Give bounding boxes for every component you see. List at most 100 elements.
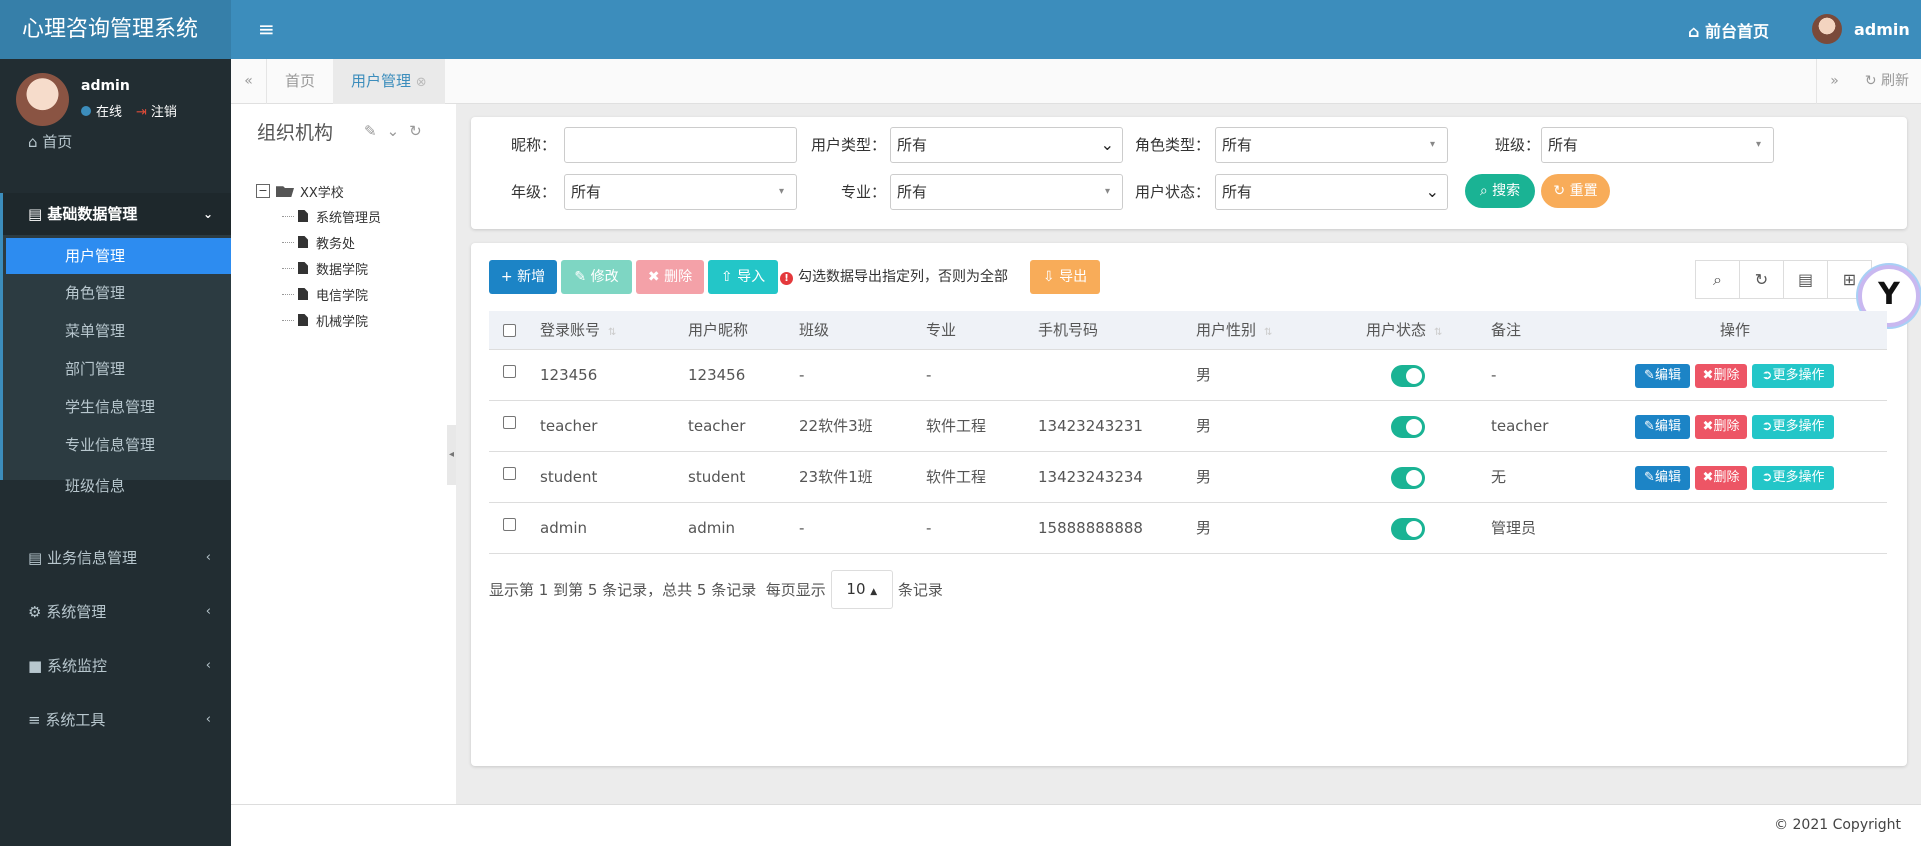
exclamation-circle-icon: !	[780, 272, 793, 285]
tree-node[interactable]: 教务处	[282, 229, 381, 255]
add-button[interactable]: + 新增	[489, 260, 557, 294]
edit-icon[interactable]: ✎	[364, 122, 377, 140]
sidebar-item-home[interactable]: ⌂ 首页	[0, 122, 231, 162]
user-status-select[interactable]: 所有 ⌄	[1215, 174, 1448, 210]
tree-node[interactable]: 系统管理员	[282, 203, 381, 229]
column-gender[interactable]: 用户性别 ⇅	[1196, 311, 1272, 350]
table-row[interactable]: student student 23软件1班 软件工程 13423243234 …	[489, 452, 1887, 503]
cell-major: 软件工程	[926, 417, 987, 435]
sidebar-item-system-monitor[interactable]: ■ 系统监控 ‹	[0, 646, 231, 686]
tree-node[interactable]: 机械学院	[282, 307, 381, 333]
row-delete-button[interactable]: ✖删除	[1695, 466, 1747, 490]
role-type-select[interactable]: 所有 ▾	[1215, 127, 1448, 163]
table-header: 登录账号 ⇅ 用户昵称 班级 专业 手机号码 用户性别 ⇅ 用户状态 ⇅ 备注 操作	[489, 311, 1887, 350]
table-tools: ⌕ ↻ ▤ ⊞	[1695, 260, 1872, 299]
collapse-icon[interactable]: −	[256, 184, 270, 198]
edit-icon: ✎	[1644, 470, 1655, 485]
app-title[interactable]: 心理咨询管理系统	[0, 0, 231, 59]
home-icon: ⌂	[1688, 22, 1706, 41]
sidebar-item-major-info[interactable]: 专业信息管理	[3, 427, 231, 463]
row-more-button[interactable]: ➲更多操作	[1752, 415, 1834, 439]
pagination-info: 显示第 1 到第 5 条记录，总共 5 条记录	[489, 581, 757, 599]
edit-button[interactable]: ✎ 修改	[561, 260, 632, 294]
home-icon: ⌂	[28, 133, 43, 151]
logout-link[interactable]: ⇥ 注销	[136, 101, 177, 120]
chevron-down-icon: ⌄	[1425, 182, 1439, 201]
panel-splitter[interactable]: ◂	[447, 425, 456, 485]
row-checkbox[interactable]	[503, 518, 516, 531]
nickname-input[interactable]	[564, 127, 797, 163]
row-checkbox[interactable]	[503, 365, 516, 378]
sidebar-item-business[interactable]: ▤ 业务信息管理 ‹	[0, 538, 231, 578]
tab-user-management[interactable]: 用户管理 ⊗	[333, 59, 445, 104]
gear-icon: ⚙	[28, 603, 47, 621]
tree-node-root[interactable]: − XX学校	[256, 179, 381, 203]
class-select[interactable]: 所有 ▾	[1541, 127, 1774, 163]
menu-toggle-icon[interactable]: ≡	[258, 16, 284, 42]
tab-home[interactable]: 首页	[267, 59, 333, 104]
chevron-left-icon: ‹	[205, 658, 211, 673]
table-row[interactable]: 123456 123456 - - 男 - ✎编辑 ✖删除 ➲更多操作	[489, 350, 1887, 401]
delete-button[interactable]: ✖ 删除	[636, 260, 704, 294]
major-select[interactable]: 所有 ▾	[890, 174, 1123, 210]
row-more-button[interactable]: ➲更多操作	[1752, 364, 1834, 388]
export-button[interactable]: ⇩ 导出	[1030, 260, 1100, 294]
refresh-button[interactable]: ↻ 刷新	[1865, 59, 1909, 104]
sidebar: admin 在线 ⇥ 注销 ⌂ 首页 ▤ 基础数据管理 ⌄ 用户管理 角色管理 菜单…	[0, 59, 231, 846]
tab-scroll-left-icon[interactable]: «	[231, 59, 267, 104]
table-row[interactable]: teacher teacher 22软件3班 软件工程 13423243231 …	[489, 401, 1887, 452]
page-size-select[interactable]: 10 ▲	[830, 570, 893, 609]
sidebar-item-department-management[interactable]: 部门管理	[3, 351, 231, 387]
user-menu[interactable]: admin	[1812, 14, 1910, 44]
row-more-button[interactable]: ➲更多操作	[1752, 466, 1834, 490]
sidebar-item-role-management[interactable]: 角色管理	[3, 275, 231, 311]
column-actions: 操作	[1720, 321, 1751, 339]
sidebar-item-student-info[interactable]: 学生信息管理	[3, 389, 231, 425]
cell-nickname: 123456	[688, 366, 746, 384]
grade-select[interactable]: 所有 ▾	[564, 174, 797, 210]
tab-scroll-right-icon[interactable]: »	[1816, 59, 1852, 104]
column-status[interactable]: 用户状态 ⇅	[1366, 311, 1442, 350]
tree-node[interactable]: 电信学院	[282, 281, 381, 307]
row-checkbox[interactable]	[503, 467, 516, 480]
pagination: 显示第 1 到第 5 条记录，总共 5 条记录 每页显示 10 ▲ 条记录	[489, 570, 943, 609]
sidebar-item-system-tools[interactable]: ≡ 系统工具 ‹	[0, 700, 231, 740]
file-icon	[298, 236, 308, 248]
refresh-icon[interactable]: ↻	[1739, 260, 1784, 299]
row-checkbox[interactable]	[503, 416, 516, 429]
row-edit-button[interactable]: ✎编辑	[1635, 364, 1690, 388]
download-icon: ⇩	[1042, 269, 1060, 285]
search-toggle-icon[interactable]: ⌕	[1695, 260, 1740, 299]
remove-icon: ✖	[1702, 419, 1714, 434]
row-edit-button[interactable]: ✎编辑	[1635, 415, 1690, 439]
status-toggle[interactable]	[1391, 416, 1425, 438]
sidebar-item-class-info-label[interactable]: 班级信息	[0, 468, 231, 504]
chevron-down-icon[interactable]: ⌄	[387, 122, 400, 140]
refresh-icon[interactable]: ↻	[409, 122, 422, 140]
row-delete-button[interactable]: ✖删除	[1695, 415, 1747, 439]
row-edit-button[interactable]: ✎编辑	[1635, 466, 1690, 490]
select-all-checkbox[interactable]	[503, 324, 516, 337]
video-camera-icon: ■	[28, 657, 47, 675]
cell-gender: 男	[1196, 519, 1212, 537]
row-delete-button[interactable]: ✖删除	[1695, 364, 1747, 388]
tree-node[interactable]: 数据学院	[282, 255, 381, 281]
class-label: 班级：	[1494, 136, 1540, 154]
search-button[interactable]: ⌕ 搜索	[1465, 174, 1535, 208]
sidebar-item-system-management[interactable]: ⚙ 系统管理 ‹	[0, 592, 231, 632]
status-toggle[interactable]	[1391, 467, 1425, 489]
sidebar-group-basic-header[interactable]: ▤ 基础数据管理 ⌄	[3, 193, 231, 235]
status-toggle[interactable]	[1391, 518, 1425, 540]
copyright-text: © 2021 Copyright	[1774, 817, 1901, 833]
sidebar-item-user-management[interactable]: 用户管理	[6, 238, 231, 274]
front-home-link[interactable]: ⌂ 前台首页	[1688, 18, 1769, 42]
user-type-select[interactable]: 所有 ⌄	[890, 127, 1123, 163]
table-row[interactable]: admin admin - - 15888888888 男 管理员	[489, 503, 1887, 554]
reset-button[interactable]: ↻ 重置	[1541, 174, 1610, 208]
column-account[interactable]: 登录账号 ⇅	[540, 311, 616, 350]
status-toggle[interactable]	[1391, 365, 1425, 387]
sidebar-item-menu-management[interactable]: 菜单管理	[3, 313, 231, 349]
columns-icon[interactable]: ▤	[1783, 260, 1828, 299]
close-tab-icon[interactable]: ⊗	[416, 75, 427, 90]
import-button[interactable]: ⇧ 导入	[708, 260, 778, 294]
